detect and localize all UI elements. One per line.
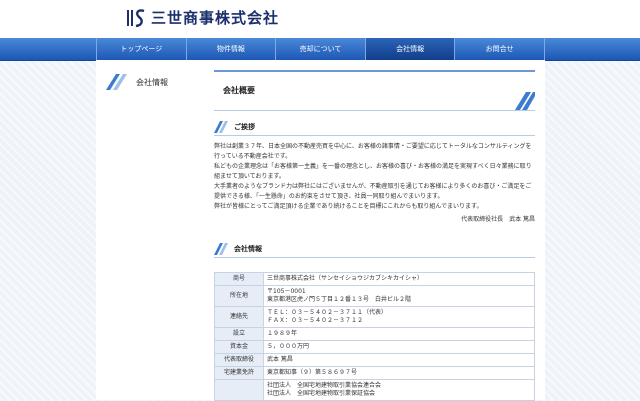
- table-row: 社団法人 全国宅地建物取引業協会連合会 社団法人 全国宅地建物取引業保証協会: [214, 379, 535, 401]
- greeting-signature: 代表取締役社長 武本 篤昌: [461, 216, 535, 223]
- slash-stripes-icon: [214, 243, 228, 255]
- nav-selling[interactable]: 売却について: [276, 38, 366, 60]
- row-label: 資本金: [214, 340, 264, 354]
- greeting-title: ご挨拶: [234, 123, 255, 131]
- row-value-line: 社団法人 全国宅地建物取引業保証協会: [267, 390, 376, 397]
- row-value-line: ＦＡＸ：０３－５４０２－３７１２: [267, 317, 364, 324]
- row-value-line: 東京都港区虎ノ門５丁目１２番１３号 白井ビル２階: [267, 296, 412, 303]
- nav-property-info[interactable]: 物件情報: [187, 38, 277, 60]
- row-label: 宅建業免許: [214, 366, 264, 380]
- greeting-paragraph: 私どもの企業理念は「お客様第一主義」を一番の理念とし、お客様の喜び・お客様の満足…: [214, 163, 532, 180]
- row-value: １９８９年: [263, 327, 535, 341]
- greeting-body: 弊社は創業３７年、日本全国の不動産売買を中心に、お客様の諸事情・ご要望に応じてト…: [214, 142, 535, 212]
- slash-stripes-icon: [106, 74, 127, 90]
- row-value: 東京都知事（９）第５８６９７号: [263, 366, 535, 380]
- global-nav: トップページ 物件情報 売却について 会社情報 お問合せ: [0, 38, 640, 61]
- row-value: 社団法人 全国宅地建物取引業協会連合会 社団法人 全国宅地建物取引業保証協会: [263, 379, 535, 401]
- page-title: 会社概要: [223, 86, 255, 95]
- row-value-line: 武本 篤昌: [267, 356, 293, 363]
- table-row: 設立 １９８９年: [214, 327, 535, 341]
- row-value-line: 社団法人 全国宅地建物取引業協会連合会: [267, 382, 382, 389]
- company-info-table: 商号 三世商事株式会社（サンセイショウジカブシキカイシャ） 所在地 〒105－0001…: [214, 272, 535, 401]
- table-row: 代表取締役 武本 篤昌: [214, 353, 535, 367]
- table-row: 宅建業免許 東京都知事（９）第５８６９７号: [214, 366, 535, 380]
- company-info-title: 会社情報: [234, 245, 262, 253]
- sidebar-title: 会社情報: [136, 77, 168, 87]
- greeting-paragraph: 弊社は創業３７年、日本全国の不動産売買を中心に、お客様の諸事情・ご要望に応じてト…: [214, 143, 532, 160]
- row-value: 武本 篤昌: [263, 353, 535, 367]
- row-label: 連絡先: [214, 306, 264, 328]
- company-logo[interactable]: 三世商事株式会社: [127, 8, 279, 28]
- row-label: 代表取締役: [214, 353, 264, 367]
- table-row: 資本金 ５，０００万円: [214, 340, 535, 354]
- corner-stripes-icon: [515, 92, 535, 110]
- row-label: 所在地: [214, 285, 264, 307]
- logo-mark-icon: [127, 9, 145, 28]
- nav-company-info[interactable]: 会社情報: [365, 38, 456, 60]
- slash-stripes-icon: [214, 121, 228, 133]
- table-row: 商号 三世商事株式会社（サンセイショウジカブシキカイシャ）: [214, 272, 535, 286]
- row-value-line: 東京都知事（９）第５８６９７号: [267, 369, 358, 376]
- site-header: 三世商事株式会社: [0, 0, 640, 38]
- row-value-line: ＴＥＬ：０３－５４０２－３７１１（代表）: [267, 309, 388, 316]
- row-value: ５，０００万円: [263, 340, 535, 354]
- row-value-line: ５，０００万円: [267, 343, 310, 350]
- table-row: 連絡先 ＴＥＬ：０３－５４０２－３７１１（代表） ＦＡＸ：０３－５４０２－３７１２: [214, 306, 535, 328]
- row-label: 商号: [214, 272, 264, 286]
- row-value-line: 〒105－0001: [267, 288, 306, 295]
- row-value: 三世商事株式会社（サンセイショウジカブシキカイシャ）: [263, 272, 535, 286]
- row-value: ＴＥＬ：０３－５４０２－３７１１（代表） ＦＡＸ：０３－５４０２－３７１２: [263, 306, 535, 328]
- row-label: [214, 379, 264, 401]
- row-value-line: 三世商事株式会社（サンセイショウジカブシキカイシャ）: [267, 275, 424, 282]
- row-label: 設立: [214, 327, 264, 341]
- table-row: 所在地 〒105－0001 東京都港区虎ノ門５丁目１２番１３号 白井ビル２階: [214, 285, 535, 307]
- greeting-heading: ご挨拶: [214, 120, 535, 136]
- company-name: 三世商事株式会社: [151, 9, 280, 27]
- nav-top-page[interactable]: トップページ: [96, 38, 187, 60]
- page-title-box: 会社概要: [214, 70, 535, 111]
- sidebar-heading: 会社情報: [106, 74, 168, 90]
- nav-contact[interactable]: お問合せ: [455, 38, 545, 60]
- content-area: 会社情報 会社概要 ご挨拶 弊社は創業３７年、日本全国の不動産売買を中心に、お客…: [96, 60, 545, 401]
- company-info-heading: 会社情報: [214, 242, 535, 258]
- row-value-line: １９８９年: [267, 330, 298, 337]
- row-value: 〒105－0001 東京都港区虎ノ門５丁目１２番１３号 白井ビル２階: [263, 285, 535, 307]
- greeting-paragraph: 弊社が皆様にとってご満足頂ける企業であり続けることを目標にこれからも取り組んでま…: [214, 203, 483, 210]
- greeting-paragraph: 大手業者のようなブランド力は弊社にはございませんが、不動産取引を通じてお客様によ…: [214, 183, 532, 200]
